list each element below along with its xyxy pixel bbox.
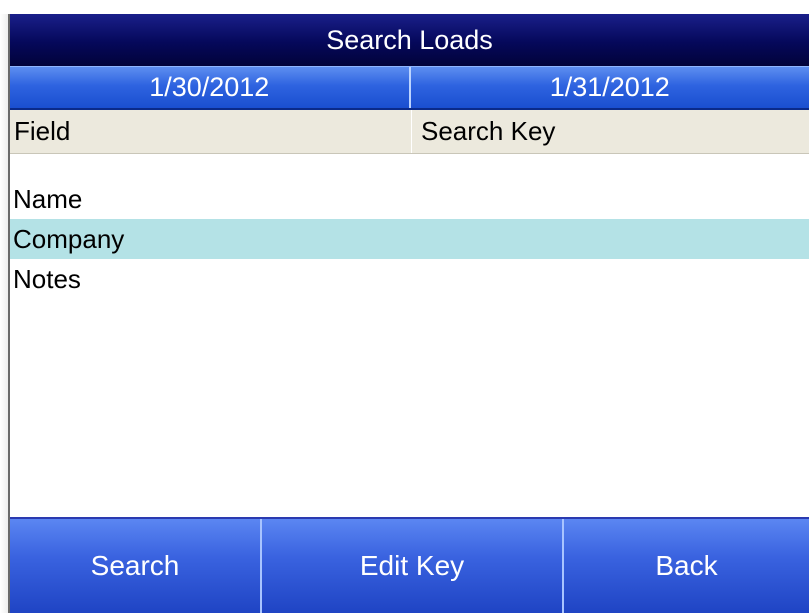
search-button[interactable]: Search: [10, 519, 262, 613]
page-title: Search Loads: [326, 24, 493, 55]
table-header: Field Search Key: [10, 110, 809, 154]
date-range-bar: 1/30/2012 1/31/2012: [10, 66, 809, 110]
start-date-label: 1/30/2012: [149, 72, 270, 102]
row-field-label: Notes: [13, 263, 81, 294]
back-button-label: Back: [655, 550, 718, 581]
left-edge: [0, 14, 8, 613]
top-strip: [0, 0, 809, 14]
title-bar: Search Loads: [10, 14, 809, 66]
edit-key-button[interactable]: Edit Key: [262, 519, 564, 613]
row-field-label: Company: [13, 223, 125, 254]
start-date-button[interactable]: 1/30/2012: [10, 67, 411, 108]
table-row-company[interactable]: Company: [10, 219, 809, 259]
bottom-toolbar: Search Edit Key Back: [10, 517, 809, 613]
end-date-button[interactable]: 1/31/2012: [410, 67, 809, 108]
field-list: Name Company Notes: [10, 179, 809, 299]
column-header-field[interactable]: Field: [10, 110, 412, 153]
back-button[interactable]: Back: [564, 519, 809, 613]
end-date-label: 1/31/2012: [549, 72, 670, 102]
table-row-notes[interactable]: Notes: [10, 259, 809, 299]
column-header-field-label: Field: [14, 116, 71, 146]
column-header-search-key-label: Search Key: [421, 116, 556, 146]
column-header-search-key[interactable]: Search Key: [412, 110, 809, 153]
row-field-label: Name: [13, 183, 83, 214]
search-button-label: Search: [90, 550, 180, 581]
edit-key-button-label: Edit Key: [359, 550, 465, 581]
search-loads-window: Search Loads 1/30/2012 1/31/2012 Field S…: [8, 14, 809, 613]
table-row-name[interactable]: Name: [10, 179, 809, 219]
